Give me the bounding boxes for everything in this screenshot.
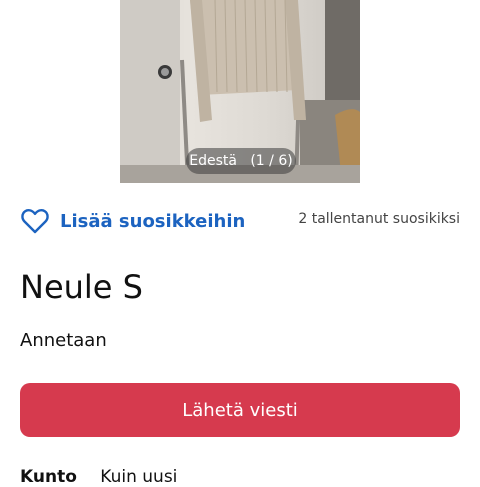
heart-icon[interactable] bbox=[20, 206, 50, 236]
condition-label: Kunto bbox=[20, 467, 77, 487]
condition-value: Kuin uusi bbox=[100, 467, 178, 487]
condition-row: Kunto Kuin uusi bbox=[20, 467, 177, 487]
add-to-favorites-link[interactable]: Lisää suosikkeihin bbox=[60, 211, 245, 232]
favorite-count-text: 2 tallentanut suosikiksi bbox=[298, 211, 460, 227]
photo-counter-caption: Edestä (1 / 6) bbox=[186, 148, 296, 174]
item-title: Neule S bbox=[20, 268, 143, 306]
favorite-row: Lisää suosikkeihin 2 tallentanut suosiki… bbox=[20, 203, 460, 239]
send-message-button[interactable]: Lähetä viesti bbox=[20, 383, 460, 437]
product-photo-area: Edestä (1 / 6) bbox=[0, 0, 480, 183]
item-price: Annetaan bbox=[20, 330, 107, 351]
product-photo[interactable]: Edestä (1 / 6) bbox=[120, 0, 360, 183]
